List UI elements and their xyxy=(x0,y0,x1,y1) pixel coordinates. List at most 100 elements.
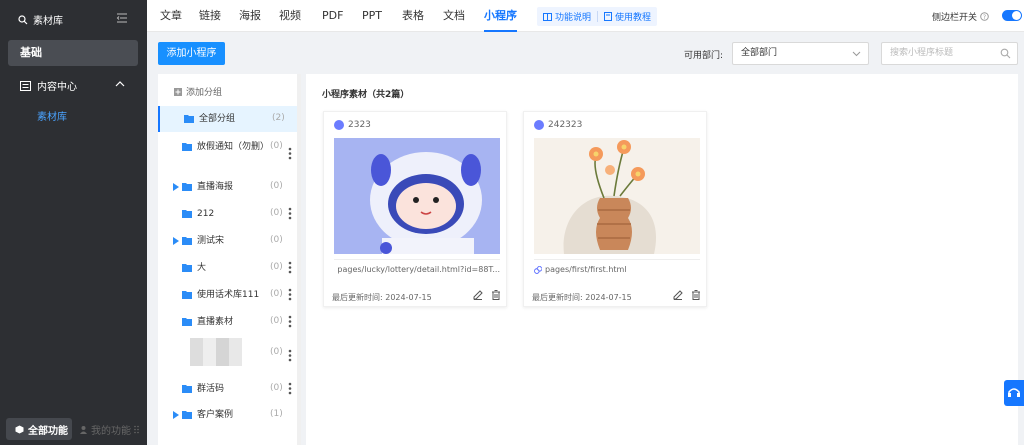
dept-select[interactable]: 全部部门 xyxy=(732,42,869,65)
card-updated: 最后更新时间: 2024-07-15 xyxy=(532,293,632,302)
search-input[interactable]: 搜索小程序标题 xyxy=(881,42,1018,65)
help-tab-group: 功能说明 使用教程 xyxy=(537,7,658,26)
tab-video[interactable]: 视频 xyxy=(279,0,301,32)
trash-icon[interactable] xyxy=(691,290,701,300)
card-title: 242323 xyxy=(534,120,582,130)
tab-poster[interactable]: 海报 xyxy=(239,0,261,32)
main-content: 小程序素材（共2篇） 2323 pages/lucky/lottery/deta… xyxy=(306,74,1018,445)
more-vertical-icon[interactable] xyxy=(288,147,292,160)
customer-service-button[interactable] xyxy=(1004,380,1024,406)
book-icon xyxy=(543,12,552,21)
feature-desc-button[interactable]: 功能说明 xyxy=(537,7,597,26)
headset-icon xyxy=(1008,388,1020,397)
tab-mini-program[interactable]: 小程序 xyxy=(484,0,517,32)
nav-search[interactable]: 素材库 xyxy=(18,12,63,27)
nav-material-library[interactable]: 素材库 xyxy=(37,108,67,123)
link-icon xyxy=(334,120,344,130)
more-vertical-icon[interactable] xyxy=(288,207,292,220)
help-circle-icon[interactable]: ? xyxy=(980,12,989,21)
card-path: pages/lucky/lottery/detail.html?id=88T..… xyxy=(334,265,500,274)
card-updated: 最后更新时间: 2024-07-15 xyxy=(332,293,432,302)
search-icon[interactable] xyxy=(1000,48,1011,59)
sidebar-toggle-text: 侧边栏开关 xyxy=(932,13,978,23)
caret-right-icon[interactable] xyxy=(173,411,179,419)
group-count: (0) xyxy=(270,289,283,299)
group-item[interactable]: (0) xyxy=(158,340,297,366)
more-vertical-icon[interactable] xyxy=(288,349,292,362)
more-vertical-icon[interactable] xyxy=(288,288,292,301)
my-functions-label: 我的功能 xyxy=(91,425,131,437)
tab-document[interactable]: 文档 xyxy=(443,0,465,32)
flower-vase-image xyxy=(534,138,700,254)
group-item[interactable]: 群活码 (0) xyxy=(158,376,297,402)
my-functions-button[interactable]: 我的功能 xyxy=(79,418,139,440)
robot-mascot-image xyxy=(334,138,500,254)
card-thumbnail xyxy=(334,138,500,254)
group-item[interactable]: 全部分组 (2) xyxy=(158,106,297,132)
user-icon xyxy=(80,425,87,434)
add-mini-program-button[interactable]: 添加小程序 xyxy=(158,42,225,65)
card-path-text: pages/first/first.html xyxy=(545,265,627,274)
more-vertical-icon[interactable] xyxy=(288,382,292,395)
mini-program-card[interactable]: 2323 pages/lucky/lottery/detail.html?id=… xyxy=(323,111,507,307)
nav-content-center-label: 内容中心 xyxy=(37,82,77,93)
group-count: (0) xyxy=(270,383,283,393)
document-icon xyxy=(604,12,613,21)
more-vertical-icon[interactable] xyxy=(288,261,292,274)
more-vertical-icon[interactable] xyxy=(288,315,292,328)
group-count: (2) xyxy=(272,113,285,123)
edit-icon[interactable] xyxy=(473,290,483,300)
folder-icon xyxy=(182,318,192,326)
group-item[interactable]: 大 (0) xyxy=(158,255,297,281)
group-panel-scrollbar[interactable] xyxy=(297,74,301,445)
group-count: (0) xyxy=(270,235,283,245)
dept-label: 可用部门: xyxy=(684,51,724,61)
tab-table[interactable]: 表格 xyxy=(402,0,424,32)
folder-icon xyxy=(182,143,192,151)
group-item[interactable]: 客户案例 (1) xyxy=(158,402,297,428)
group-name: 客户案例 xyxy=(197,410,234,420)
collapse-menu-icon[interactable] xyxy=(116,12,128,24)
group-item[interactable]: 212 (0) xyxy=(158,201,297,227)
tab-ppt[interactable]: PPT xyxy=(362,0,382,32)
trash-icon[interactable] xyxy=(491,290,501,300)
add-group-label: 添加分组 xyxy=(186,88,223,98)
group-count: (0) xyxy=(270,262,283,272)
group-item[interactable]: 测试宋 (0) xyxy=(158,228,297,254)
nav-base[interactable]: 基础 xyxy=(8,40,138,66)
group-count: (0) xyxy=(270,141,283,151)
group-item[interactable]: 直播海报 (0) xyxy=(158,174,297,200)
chevron-up-icon[interactable] xyxy=(115,79,125,89)
sidebar-toggle-switch[interactable] xyxy=(1002,10,1022,21)
drag-handle-icon xyxy=(134,425,139,433)
tab-article[interactable]: 文章 xyxy=(160,0,182,32)
tab-pdf[interactable]: PDF xyxy=(322,0,343,32)
nav-content-center[interactable]: 内容中心 xyxy=(20,78,77,93)
mini-program-card[interactable]: 242323 pages/first/first.html 最后更新时间: 20… xyxy=(523,111,707,307)
group-name: 群活码 xyxy=(197,384,225,394)
link-icon xyxy=(534,120,544,130)
folder-icon xyxy=(182,264,192,272)
folder-icon xyxy=(182,291,192,299)
card-title: 2323 xyxy=(334,120,371,130)
edit-icon[interactable] xyxy=(673,290,683,300)
all-functions-button[interactable]: 全部功能 xyxy=(6,418,72,440)
caret-right-icon[interactable] xyxy=(173,183,179,191)
sidebar-toggle-label: 侧边栏开关 ? xyxy=(932,10,989,23)
group-item[interactable]: 使用话术库111 (0) xyxy=(158,282,297,308)
group-count: (0) xyxy=(270,181,283,191)
group-item[interactable]: 直播素材 (0) xyxy=(158,309,297,335)
group-count: (0) xyxy=(270,208,283,218)
tutorial-button[interactable]: 使用教程 xyxy=(598,7,657,26)
group-item[interactable]: 放假通知（勿删） (0) xyxy=(158,134,297,166)
tab-link[interactable]: 链接 xyxy=(199,0,221,32)
top-tab-bar: 文章 链接 海报 视频 PDF PPT 表格 文档 小程序 功能说明 使用教程 … xyxy=(147,0,1024,32)
nav-search-label: 素材库 xyxy=(33,16,63,27)
plus-square-icon xyxy=(174,87,182,96)
caret-right-icon[interactable] xyxy=(173,237,179,245)
all-functions-label: 全部功能 xyxy=(28,425,68,437)
group-name: 测试宋 xyxy=(197,236,225,246)
group-name: 直播海报 xyxy=(197,182,234,192)
add-group-button[interactable]: 添加分组 xyxy=(174,85,222,98)
card-divider xyxy=(534,259,700,260)
